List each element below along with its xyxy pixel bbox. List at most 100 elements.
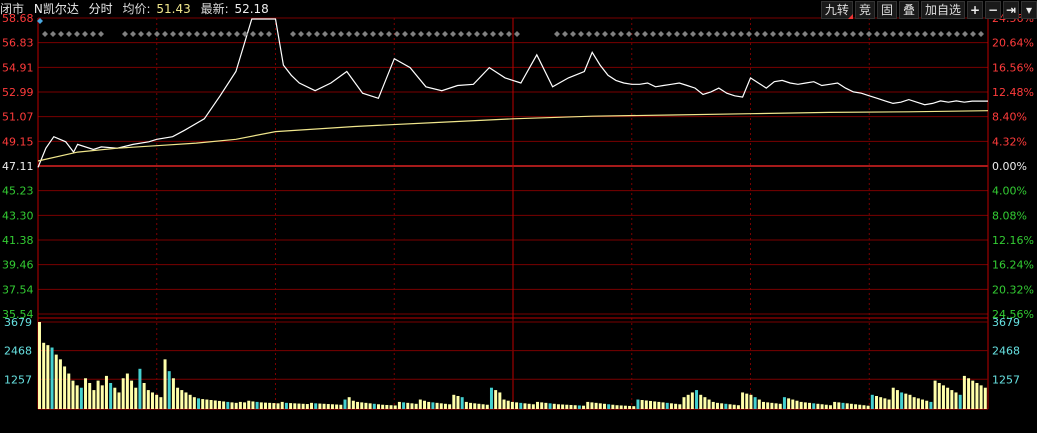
signal-marker: [658, 31, 664, 37]
volume-bar: [423, 400, 427, 409]
volume-bar: [167, 371, 171, 409]
signal-marker: [98, 31, 104, 37]
signal-marker: [178, 31, 184, 37]
volume-bar: [280, 401, 284, 409]
volume-bar: [163, 359, 167, 409]
signal-marker: [818, 31, 824, 37]
signal-marker: [354, 31, 360, 37]
dropdown-icon[interactable]: ▾: [1021, 1, 1037, 19]
volume-bar: [774, 403, 778, 409]
volume-bar: [464, 401, 468, 409]
nine-turn-button[interactable]: 九转: [820, 1, 853, 19]
volume-bar: [967, 378, 971, 409]
volume-bar: [54, 354, 58, 409]
volume-bar: [293, 403, 297, 409]
collapse-icon[interactable]: ⇥: [1003, 1, 1019, 19]
volume-bar: [188, 394, 192, 409]
volume-bar: [552, 403, 556, 409]
volume-bar: [519, 402, 523, 409]
price-tick-label: 56.83: [2, 37, 34, 50]
volume-bar: [297, 403, 301, 409]
volume-bar: [598, 403, 602, 409]
volume-bar: [485, 404, 489, 409]
avg-price-label: 均价:: [122, 2, 151, 16]
volume-bar: [84, 378, 88, 409]
volume-bar: [946, 387, 950, 409]
volume-bar: [778, 403, 782, 409]
volume-bar: [121, 378, 125, 409]
volume-bar: [473, 403, 477, 409]
volume-bar: [762, 401, 765, 409]
volume-bar: [724, 403, 728, 409]
volume-bar: [192, 397, 196, 409]
volume-bar: [745, 393, 749, 409]
volume-bar: [904, 393, 908, 409]
intraday-chart[interactable]: 58.6824.56%56.8320.64%54.9116.56%52.9912…: [0, 0, 1037, 430]
volume-bar: [548, 403, 552, 409]
volume-bar: [222, 401, 226, 409]
signal-marker: [866, 31, 872, 37]
volume-bar: [104, 375, 108, 409]
signal-marker: [490, 31, 496, 37]
signal-marker: [570, 31, 576, 37]
signal-marker: [426, 31, 432, 37]
signal-marker: [690, 31, 696, 37]
volume-bar: [833, 401, 837, 409]
signal-marker: [410, 31, 416, 37]
percent-tick-label: 16.56%: [992, 61, 1034, 74]
price-tick-label: 43.30: [2, 209, 34, 222]
volume-bar: [715, 402, 719, 409]
volume-bar: [305, 404, 309, 409]
volume-bar: [837, 402, 841, 409]
signal-marker: [402, 31, 408, 37]
signal-marker: [874, 31, 880, 37]
volume-bar: [582, 405, 586, 409]
auction-button[interactable]: 竞: [854, 1, 875, 19]
volume-bar: [573, 405, 577, 409]
signal-marker: [338, 31, 344, 37]
volume-bar: [443, 403, 447, 409]
volume-bar: [435, 402, 439, 409]
pin-button[interactable]: 固: [876, 1, 897, 19]
signal-marker: [346, 31, 352, 37]
signal-marker: [498, 31, 504, 37]
chart-canvas[interactable]: 58.6824.56%56.8320.64%54.9116.56%52.9912…: [0, 0, 1037, 430]
volume-bar: [657, 401, 661, 409]
chart-toolbar: 九转 竞 固 叠 加自选 + − ⇥ ▾: [820, 0, 1037, 19]
add-to-watchlist-button[interactable]: 加自选: [920, 1, 965, 19]
volume-bar: [255, 401, 259, 409]
signal-marker: [138, 31, 144, 37]
volume-bar: [628, 405, 632, 409]
overlay-button[interactable]: 叠: [898, 1, 919, 19]
zoom-in-icon[interactable]: +: [967, 1, 983, 19]
volume-bar: [862, 405, 866, 409]
volume-bar: [690, 392, 694, 409]
volume-bar: [456, 395, 460, 409]
volume-bar: [314, 403, 318, 409]
signal-marker: [386, 31, 392, 37]
volume-bar: [586, 401, 590, 409]
volume-bar: [824, 404, 828, 409]
volume-bar: [150, 392, 154, 409]
volume-bar: [753, 397, 757, 409]
volume-bar: [611, 404, 615, 409]
volume-bar: [67, 373, 71, 409]
volume-bar: [180, 390, 184, 409]
signal-marker: [234, 31, 240, 37]
volume-bar: [92, 390, 96, 409]
zoom-out-icon[interactable]: −: [985, 1, 1001, 19]
volume-bar: [879, 397, 883, 409]
volume-bar: [866, 405, 870, 409]
volume-bar: [937, 382, 941, 409]
volume-bar: [238, 401, 242, 409]
volume-bar: [950, 390, 954, 409]
volume-bar: [845, 403, 849, 409]
percent-tick-label: 8.08%: [992, 209, 1027, 222]
avg-price-value: 51.43: [156, 2, 191, 16]
signal-marker: [210, 31, 216, 37]
volume-bar: [46, 345, 50, 409]
volume-bar: [234, 402, 238, 409]
volume-bar: [230, 402, 234, 409]
signal-marker: [730, 31, 736, 37]
signal-marker: [946, 31, 952, 37]
